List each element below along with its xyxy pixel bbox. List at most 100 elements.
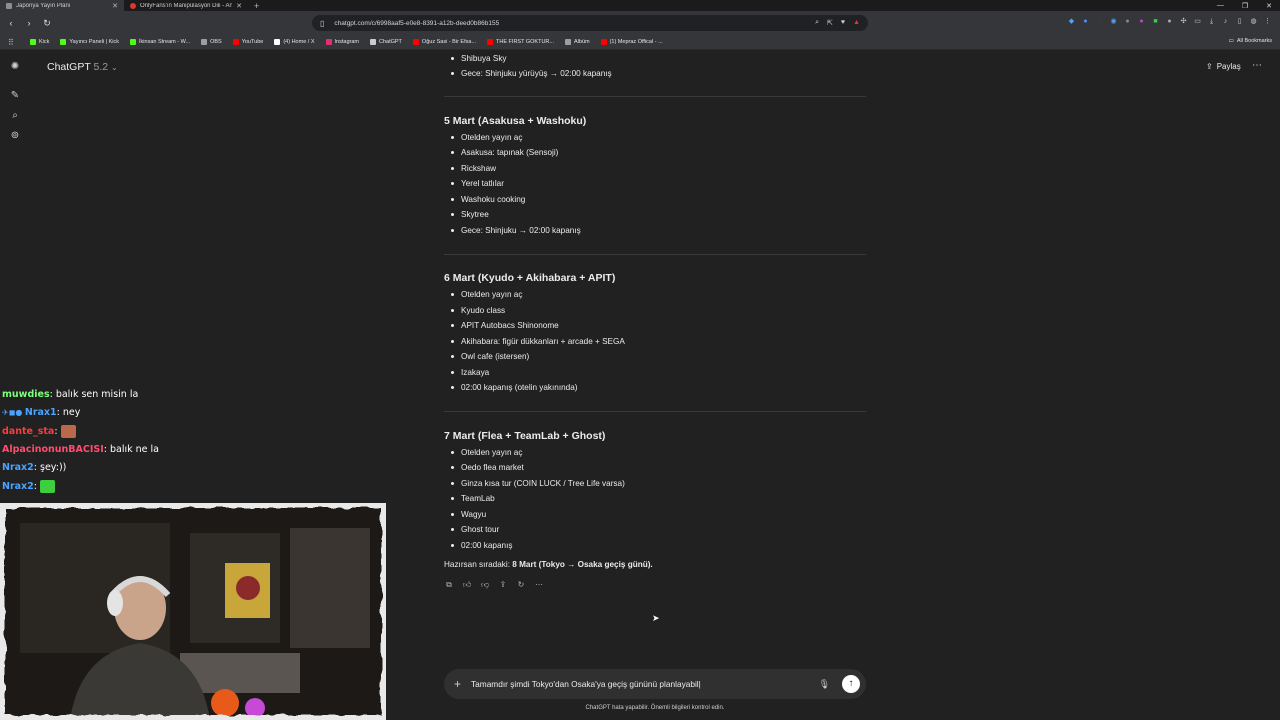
address-bar[interactable]: ▯ chatgpt.com/c/6998aaf5-e0e8-8391-a12b-… xyxy=(312,15,868,31)
model-selector[interactable]: ChatGPT 5.2 ⌄ xyxy=(47,61,118,73)
browser-tab[interactable]: OnlyFans'ın Manipülasyon Dili - Ana... ✕ xyxy=(124,0,248,11)
warning-icon[interactable]: ▲ xyxy=(853,19,860,27)
browser-tab-active[interactable]: Japonya Yayın Planı ✕ xyxy=(0,0,124,11)
sidepanel-icon[interactable]: ▭ xyxy=(1193,17,1202,26)
share-page-icon[interactable]: ⇱ xyxy=(827,19,833,27)
new-chat-icon[interactable]: ✎ xyxy=(9,90,21,102)
media-icon[interactable]: ♪ xyxy=(1221,17,1230,26)
menu-icon[interactable]: ⋮ xyxy=(1263,17,1272,26)
openai-logo-icon[interactable]: ✺ xyxy=(9,61,21,73)
reading-list-icon[interactable]: ▯ xyxy=(1235,17,1244,26)
bookmark-favicon-icon xyxy=(487,39,494,45)
chat-message: Nrax2: xyxy=(2,480,55,493)
chat-text: : balık sen misin la xyxy=(49,389,139,400)
share-button[interactable]: ⇪ Paylaş xyxy=(1206,62,1241,71)
bookmark-item[interactable]: (4) Home / X xyxy=(274,39,315,45)
list-item: Gece: Shinjuku yürüyüş → 02:00 kapanış xyxy=(451,69,612,78)
list-item: Otelden yayın aç xyxy=(450,133,523,142)
next-bold: 8 Mart (Tokyo → Osaka geçiş günü). xyxy=(512,560,653,569)
puzzle-icon[interactable]: ✣ xyxy=(1179,17,1188,26)
extension-icon[interactable]: ◉ xyxy=(1109,17,1118,26)
bookmark-favicon-icon xyxy=(325,39,332,45)
maximize-icon[interactable]: ❐ xyxy=(1242,2,1248,10)
back-icon[interactable]: ‹ xyxy=(4,18,18,28)
new-tab-icon[interactable]: + xyxy=(248,1,265,11)
tab-title: Japonya Yayın Planı xyxy=(16,2,71,9)
message-actions: ⧉ 👍︎ 👎︎ ⇪ ↻ ⋯ xyxy=(444,580,544,590)
share-icon[interactable]: ⇪ xyxy=(498,580,508,590)
bookmark-item[interactable]: ChatGPT xyxy=(369,39,402,45)
chat-message: ✈◼● Nrax1: ney xyxy=(2,407,80,418)
bookmark-item[interactable]: Oğuz Sasi - Bir Efsa... xyxy=(412,39,476,45)
close-tab-icon[interactable]: ✕ xyxy=(112,2,118,10)
list-item: Washoku cooking xyxy=(450,195,526,204)
prompt-input[interactable]: Tamamdır şimdi Tokyo'dan Osaka'ya geçiş … xyxy=(471,679,819,689)
profile-icon[interactable]: ◍ xyxy=(1249,17,1258,26)
share-label: Paylaş xyxy=(1216,62,1241,71)
list-item: Gece: Shinjuku → 02:00 kapanış xyxy=(451,226,581,235)
add-attachment-icon[interactable]: + xyxy=(454,677,461,691)
chat-username: Nrax1 xyxy=(24,407,57,418)
bookmark-favicon-icon xyxy=(600,39,607,45)
bookmark-item[interactable]: Albüm xyxy=(565,39,590,45)
download-icon[interactable]: ⤓ xyxy=(1207,17,1216,26)
bookmark-item[interactable]: THE FIRST GOKTUR... xyxy=(487,39,554,45)
bookmark-label: THE FIRST GOKTUR... xyxy=(496,39,554,45)
extension-icon[interactable]: ● xyxy=(1165,17,1174,26)
bookmark-item[interactable]: Instagram xyxy=(325,39,359,45)
toolbar: ‹ › ↻ ▯ chatgpt.com/c/6998aaf5-e0e8-8391… xyxy=(0,11,1280,35)
share-icon: ⇪ xyxy=(1206,62,1213,71)
more-icon[interactable]: ⋯ xyxy=(534,580,544,590)
chat-text: : xyxy=(54,426,58,437)
regenerate-icon[interactable]: ↻ xyxy=(516,580,526,590)
thumbs-down-icon[interactable]: 👎︎ xyxy=(480,580,490,590)
bookmark-item[interactable]: Kick xyxy=(30,39,49,45)
next-step-text: Hazırsan sıradaki: 8 Mart (Tokyo → Osaka… xyxy=(444,560,653,569)
close-tab-icon[interactable]: ✕ xyxy=(236,2,242,10)
more-options-icon[interactable]: ⋯ xyxy=(1252,60,1262,71)
list-item: Wagyu xyxy=(450,510,487,519)
microphone-icon[interactable]: 🎙︎ xyxy=(819,679,830,690)
forward-icon[interactable]: › xyxy=(22,18,36,28)
apps-grid-icon[interactable]: ⠿ xyxy=(8,38,18,47)
close-window-icon[interactable]: ✕ xyxy=(1266,2,1272,10)
extension-icon[interactable]: ● xyxy=(1081,17,1090,26)
thumbs-up-icon[interactable]: 👍︎ xyxy=(462,580,472,590)
zoom-icon[interactable]: ⌕ xyxy=(815,19,819,27)
day-heading: 7 Mart (Flea + TeamLab + Ghost) xyxy=(444,430,606,442)
bookmark-item[interactable]: OBS xyxy=(201,39,222,45)
list-item: Rickshaw xyxy=(450,164,497,173)
chat-text: : ney xyxy=(56,407,81,418)
extension-icon[interactable]: ● xyxy=(1137,17,1146,26)
list-item: APIT Autobacs Shinonome xyxy=(451,321,559,330)
list-item: Ghost tour xyxy=(450,525,500,534)
chat-message: Nrax2: şey:)) xyxy=(2,462,66,473)
bookmark-item[interactable]: (1) Mepraz Offical - ... xyxy=(600,39,663,45)
all-bookmarks-button[interactable]: ▭ All Bookmarks xyxy=(1229,38,1272,44)
copy-icon[interactable]: ⧉ xyxy=(444,580,454,590)
extension-icon[interactable]: · xyxy=(1095,17,1104,26)
bookmark-favicon-icon xyxy=(30,39,36,45)
bookmark-favicon-icon xyxy=(565,39,571,45)
prompt-composer[interactable]: + Tamamdır şimdi Tokyo'dan Osaka'ya geçi… xyxy=(444,669,866,699)
reload-icon[interactable]: ↻ xyxy=(40,18,54,29)
bookmark-favicon-icon xyxy=(60,39,67,45)
bookmark-item[interactable]: YouTube xyxy=(232,39,263,45)
bookmark-favicon-icon xyxy=(274,39,281,45)
bookmark-item[interactable]: Yayıncı Paneli | Kick xyxy=(60,39,119,45)
extension-shield-icon[interactable]: ♥ xyxy=(841,19,845,27)
extension-icon[interactable]: ● xyxy=(1123,17,1132,26)
webcam-overlay xyxy=(0,503,386,720)
chat-text: : xyxy=(33,481,37,492)
send-button[interactable]: ↑ xyxy=(842,675,860,693)
bookmark-favicon-icon xyxy=(201,39,208,45)
chat-message: muwdies: balık sen misin la xyxy=(2,389,138,400)
extension-icon[interactable]: ◆ xyxy=(1067,17,1076,26)
library-icon[interactable]: ⊚ xyxy=(9,130,21,142)
extension-icon[interactable]: ■ xyxy=(1151,17,1160,26)
search-icon[interactable]: ⌕ xyxy=(9,110,21,122)
bookmark-icon[interactable]: ▯ xyxy=(320,19,324,28)
bookmark-item[interactable]: İkinsan Stream - W... xyxy=(130,39,190,45)
list-item: Ginza kısa tur (COIN LUCK / Tree Life va… xyxy=(451,479,625,488)
minimize-icon[interactable]: — xyxy=(1217,2,1224,9)
